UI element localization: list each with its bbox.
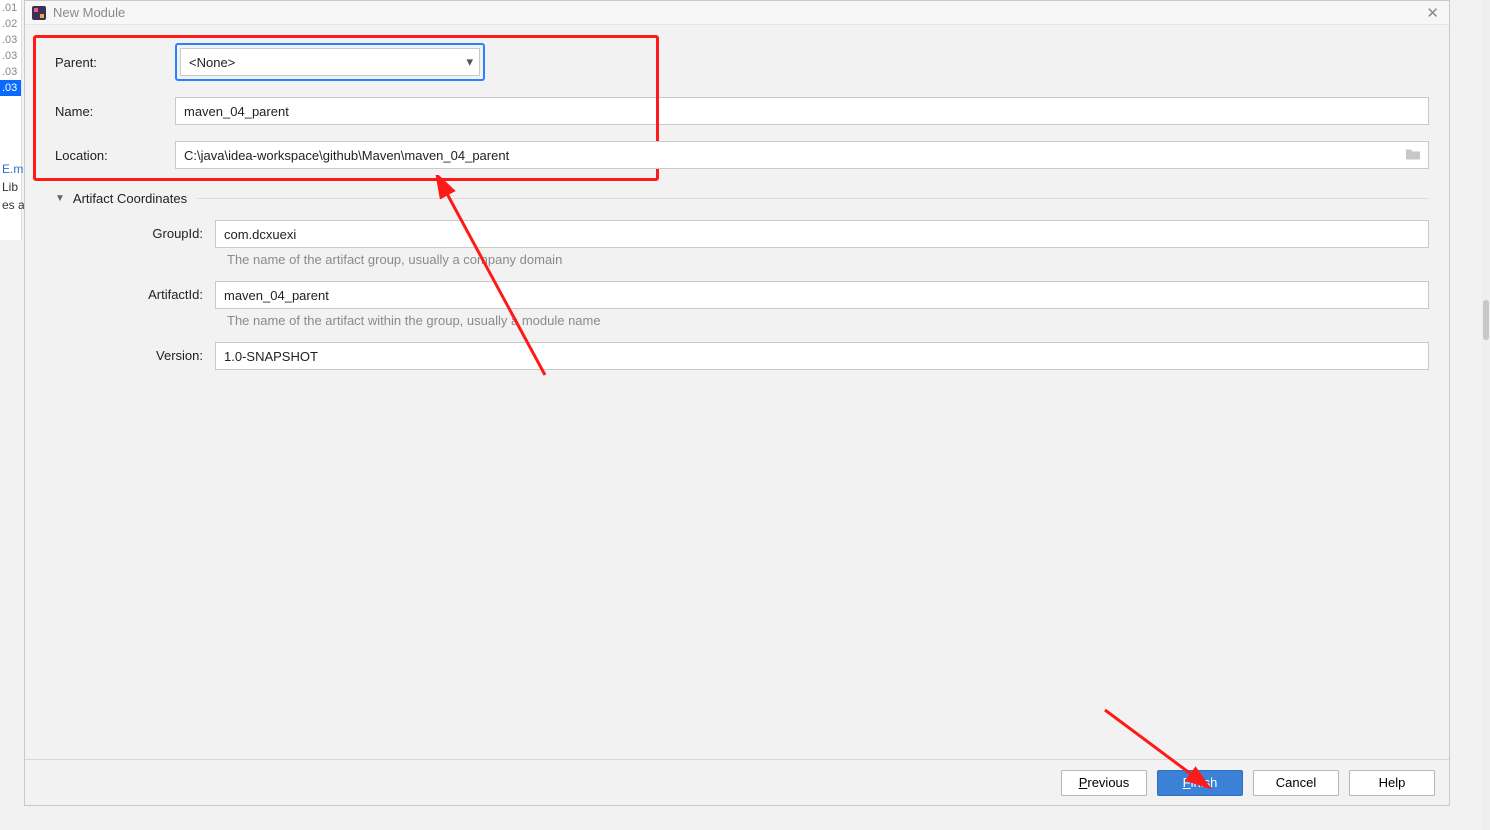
scrollbar-thumb[interactable] [1483, 300, 1489, 340]
gutter-line: .03 [0, 64, 21, 80]
close-icon[interactable]: ✕ [1422, 4, 1443, 22]
version-input[interactable] [215, 342, 1429, 370]
gutter-line: .03 [0, 32, 21, 48]
app-icon [31, 5, 47, 21]
scrollbar[interactable] [1482, 0, 1490, 830]
previous-button[interactable]: Previous [1061, 770, 1147, 796]
chevron-down-icon: ▾ [466, 54, 473, 70]
tree-item: es a [0, 196, 25, 214]
artifactid-row: ArtifactId: [95, 281, 1429, 309]
titlebar[interactable]: New Module ✕ [25, 1, 1449, 25]
gutter-line: .02 [0, 16, 21, 32]
artifact-section: GroupId: The name of the artifact group,… [55, 220, 1429, 370]
version-label: Version: [95, 342, 215, 370]
groupid-row: GroupId: [95, 220, 1429, 248]
version-row: Version: [95, 342, 1429, 370]
gutter-line: .01 [0, 0, 21, 16]
groupid-label: GroupId: [95, 220, 215, 248]
help-button[interactable]: Help [1349, 770, 1435, 796]
artifact-section-title: Artifact Coordinates [73, 191, 187, 206]
dialog-footer: Previous Finish Cancel Help [25, 759, 1449, 805]
finish-button[interactable]: Finish [1157, 770, 1243, 796]
parent-combo-focus-ring: <None> ▾ [175, 43, 485, 81]
parent-row: Parent: <None> ▾ [55, 43, 1429, 81]
gutter-line: .03 [0, 48, 21, 64]
groupid-input[interactable] [215, 220, 1429, 248]
folder-icon[interactable] [1405, 147, 1421, 164]
new-module-dialog: New Module ✕ Parent: <None> ▾ Name: [24, 0, 1450, 806]
name-label: Name: [55, 104, 175, 119]
artifact-section-header[interactable]: ▼ Artifact Coordinates [55, 191, 1429, 206]
chevron-down-icon: ▼ [55, 193, 65, 204]
artifactid-help: The name of the artifact within the grou… [227, 313, 1429, 328]
groupid-help: The name of the artifact group, usually … [227, 252, 1429, 267]
location-input[interactable] [175, 141, 1429, 169]
name-row: Name: [55, 97, 1429, 125]
parent-combo[interactable]: <None> ▾ [180, 48, 480, 76]
dialog-title: New Module [53, 5, 1422, 20]
workspace: .01 .02 .03 .03 .03 .03 E.m Lib es a New… [0, 0, 1490, 830]
tree-item: Lib [0, 178, 25, 196]
project-tree-fragment: E.m Lib es a [0, 160, 25, 214]
dialog-body: Parent: <None> ▾ Name: Location: [25, 25, 1449, 759]
location-row: Location: [55, 141, 1429, 169]
section-divider [197, 198, 1429, 199]
parent-combo-value: <None> [189, 55, 235, 70]
location-label: Location: [55, 148, 175, 163]
name-input[interactable] [175, 97, 1429, 125]
parent-label: Parent: [55, 55, 175, 70]
artifactid-label: ArtifactId: [95, 281, 215, 309]
cancel-button[interactable]: Cancel [1253, 770, 1339, 796]
artifactid-input[interactable] [215, 281, 1429, 309]
gutter-line-selected: .03 [0, 80, 21, 96]
tree-item: E.m [0, 160, 25, 178]
